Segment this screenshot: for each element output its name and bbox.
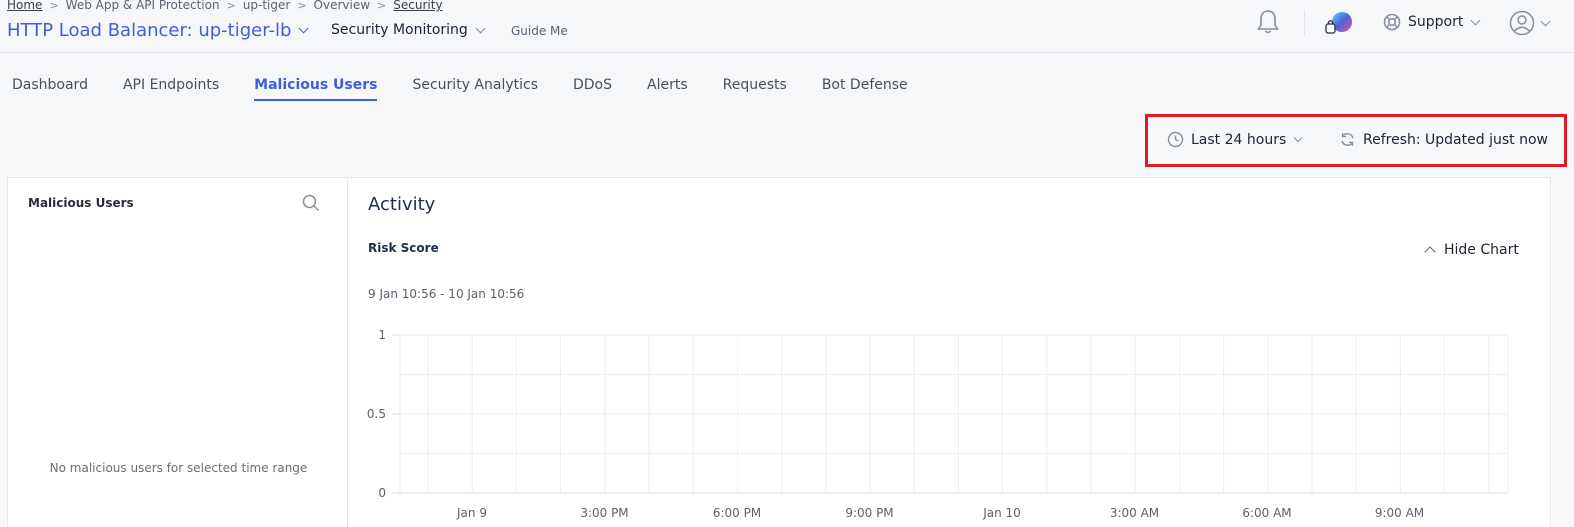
breadcrumb-separator: > — [377, 0, 387, 12]
empty-state-message: No malicious users for selected time ran… — [49, 461, 308, 475]
refresh-label: Refresh: Updated just now — [1363, 131, 1548, 148]
x-tick-label: 9:00 AM — [1375, 506, 1424, 520]
tab-requests[interactable]: Requests — [723, 77, 787, 101]
chart-title: Risk Score — [368, 241, 439, 255]
breadcrumb-web-app[interactable]: Web App & API Protection — [66, 0, 220, 12]
x-tick-label: 9:00 PM — [845, 506, 893, 520]
chevron-down-icon — [1470, 15, 1481, 25]
hide-chart-label: Hide Chart — [1444, 242, 1519, 258]
x-tick-label: Jan 10 — [982, 506, 1021, 520]
chart-time-range: 9 Jan 10:56 - 10 Jan 10:56 — [368, 287, 525, 301]
malicious-users-panel: Malicious Users No malicious users for s… — [7, 177, 348, 527]
chevron-down-icon — [1294, 133, 1303, 142]
tab-malicious-users[interactable]: Malicious Users — [254, 77, 378, 101]
monitoring-selector-label: Security Monitoring — [331, 22, 468, 38]
tab-alerts[interactable]: Alerts — [647, 77, 688, 101]
tab-bot-defense[interactable]: Bot Defense — [822, 77, 908, 101]
guide-me-link[interactable]: Guide Me — [511, 24, 568, 38]
clock-icon — [1167, 131, 1184, 148]
load-balancer-selector[interactable]: HTTP Load Balancer: up-tiger-lb — [7, 20, 309, 41]
tab-dashboard[interactable]: Dashboard — [12, 77, 88, 101]
y-tick-label: 0 — [378, 486, 386, 500]
breadcrumb: Home > Web App & API Protection > up-tig… — [7, 0, 443, 12]
support-menu[interactable]: Support — [1383, 13, 1481, 31]
risk-score-chart: 1 0.5 0 Jan 9 3:00 PM 6:00 PM 9:00 PM Jan 10 3:0… — [367, 328, 1509, 520]
y-tick-label: 1 — [378, 328, 386, 342]
activity-title: Activity — [368, 194, 436, 215]
x-tick-label: 3:00 PM — [580, 506, 628, 520]
bell-icon[interactable] — [1255, 8, 1281, 36]
support-label: Support — [1408, 14, 1464, 30]
tenant-avatar-icon[interactable] — [1325, 11, 1355, 37]
refresh-icon — [1341, 133, 1354, 146]
user-menu[interactable] — [1509, 10, 1551, 36]
time-range-label: Last 24 hours — [1191, 131, 1287, 148]
x-tick-label: 6:00 PM — [713, 506, 761, 520]
breadcrumb-separator: > — [297, 0, 307, 12]
tab-ddos[interactable]: DDoS — [573, 77, 612, 101]
x-tick-label: Jan 9 — [456, 506, 487, 520]
hide-chart-button[interactable]: Hide Chart — [1424, 242, 1519, 258]
search-icon[interactable] — [302, 194, 320, 216]
security-tabs: Dashboard API Endpoints Malicious Users … — [12, 77, 943, 101]
time-range-selector[interactable]: Last 24 hours — [1167, 131, 1303, 148]
breadcrumb-overview[interactable]: Overview — [314, 0, 371, 12]
user-circle-icon — [1509, 10, 1535, 36]
tab-api-endpoints[interactable]: API Endpoints — [123, 77, 219, 101]
panel-title: Malicious Users — [28, 196, 134, 210]
tab-security-analytics[interactable]: Security Analytics — [412, 77, 538, 101]
refresh-button[interactable]: Refresh: Updated just now — [1339, 131, 1548, 148]
chevron-down-icon — [298, 23, 309, 34]
chevron-down-icon — [1540, 16, 1551, 26]
x-tick-label: 6:00 AM — [1242, 506, 1291, 520]
activity-panel: Activity Risk Score Hide Chart 9 Jan 10:… — [347, 177, 1551, 527]
breadcrumb-separator: > — [49, 0, 59, 12]
monitoring-selector[interactable]: Security Monitoring — [331, 22, 486, 38]
breadcrumb-security[interactable]: Security — [393, 0, 442, 12]
x-tick-label: 3:00 AM — [1110, 506, 1159, 520]
chevron-down-icon — [475, 23, 486, 33]
header-divider — [1304, 10, 1305, 36]
breadcrumb-namespace[interactable]: up-tiger — [243, 0, 291, 12]
chevron-up-icon — [1424, 246, 1436, 258]
y-tick-label: 0.5 — [367, 407, 386, 421]
lifebuoy-icon — [1383, 13, 1401, 31]
load-balancer-title: HTTP Load Balancer: up-tiger-lb — [7, 20, 292, 41]
top-header: Home > Web App & API Protection > up-tig… — [0, 0, 1574, 53]
breadcrumb-separator: > — [226, 0, 236, 12]
breadcrumb-home[interactable]: Home — [7, 0, 42, 12]
